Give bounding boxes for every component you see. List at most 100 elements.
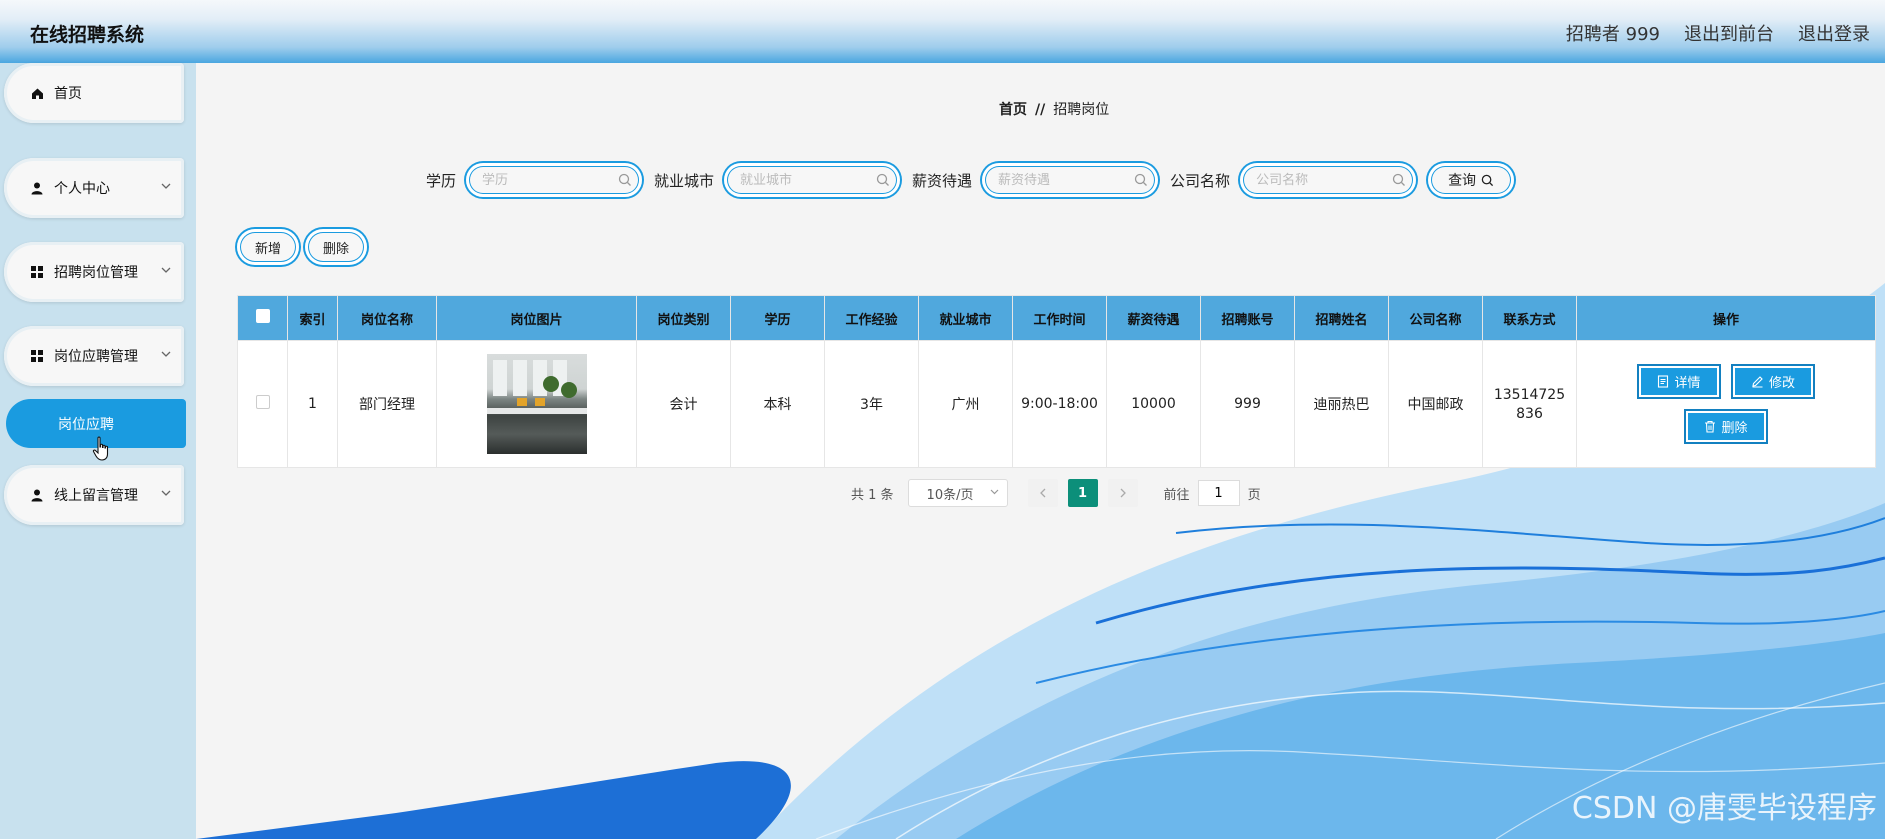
breadcrumb-home[interactable]: 首页 xyxy=(999,102,1027,118)
sidebar-item-label: 岗位应聘管理 xyxy=(54,349,138,365)
cell-operations: 详情 修改 删除 xyxy=(1576,340,1876,468)
sidebar-item-message-management[interactable]: 线上留言管理 xyxy=(4,465,184,525)
prev-page-button[interactable] xyxy=(1027,479,1058,507)
search-icon xyxy=(1134,173,1148,186)
select-all-checkbox[interactable] xyxy=(255,309,270,323)
table-row: 1 部门经理 会计 本科 3年 广州 9:00-18:00 10000 999 xyxy=(237,340,1876,468)
delete-button[interactable]: 删除 xyxy=(1686,411,1766,442)
total-count: 共 1 条 xyxy=(851,487,894,503)
sidebar-item-label: 首页 xyxy=(54,86,82,102)
sidebar-item-application-management[interactable]: 岗位应聘管理 xyxy=(4,326,184,386)
column-header: 工作时间 xyxy=(1012,295,1107,341)
query-button[interactable]: 查询 xyxy=(1428,163,1515,197)
cell-phone: 13514725 836 xyxy=(1482,340,1577,468)
company-input[interactable] xyxy=(1254,171,1399,189)
chevron-down-icon xyxy=(990,489,998,495)
detail-button-label: 详情 xyxy=(1674,376,1701,391)
edit-button[interactable]: 修改 xyxy=(1733,366,1813,397)
logout-link[interactable]: 退出登录 xyxy=(1798,20,1870,46)
app-title: 在线招聘系统 xyxy=(30,24,145,46)
breadcrumb-current: 招聘岗位 xyxy=(1053,102,1110,118)
city-search xyxy=(724,163,901,197)
company-search xyxy=(1240,163,1417,197)
chevron-left-icon xyxy=(1039,488,1046,498)
home-icon xyxy=(30,86,44,100)
pagination: 共 1 条 10条/页 1 前往 页 xyxy=(851,479,1261,507)
row-checkbox[interactable] xyxy=(255,395,270,409)
sidebar-item-personal-center[interactable]: 个人中心 xyxy=(4,158,184,218)
sidebar-item-label: 招聘岗位管理 xyxy=(54,265,138,281)
education-input[interactable] xyxy=(480,171,625,189)
chevron-right-icon xyxy=(1120,488,1126,498)
page-number-current[interactable]: 1 xyxy=(1067,479,1098,507)
cell-index: 1 xyxy=(287,340,338,468)
cell-worktime: 9:00-18:00 xyxy=(1012,340,1107,468)
goto-prefix: 前往 xyxy=(1163,487,1190,503)
sidebar-item-job-management[interactable]: 招聘岗位管理 xyxy=(4,242,184,302)
company-label: 公司名称 xyxy=(1170,171,1231,190)
column-header: 薪资待遇 xyxy=(1106,295,1201,341)
edit-button-label: 修改 xyxy=(1768,376,1795,391)
salary-label: 薪资待遇 xyxy=(912,171,973,190)
edit-icon xyxy=(1752,376,1763,388)
add-button[interactable]: 新增 xyxy=(237,229,299,265)
document-icon xyxy=(1658,375,1669,388)
table-header-row: 索引 岗位名称 岗位图片 岗位类别 学历 工作经验 就业城市 工作时间 薪资待遇… xyxy=(237,295,1876,341)
cell-recruiter: 迪丽热巴 xyxy=(1294,340,1389,468)
search-icon xyxy=(876,173,889,186)
chevron-down-icon xyxy=(161,490,171,496)
chevron-down-icon xyxy=(161,267,171,273)
column-header: 就业城市 xyxy=(918,295,1013,341)
query-button-label: 查询 xyxy=(1448,173,1477,189)
city-input[interactable] xyxy=(738,171,883,189)
breadcrumb-separator: // xyxy=(1035,102,1046,118)
education-label: 学历 xyxy=(426,171,457,190)
cell-job-image xyxy=(436,340,637,468)
back-to-front-link[interactable]: 退出到前台 xyxy=(1684,20,1774,46)
phone-line-2: 836 xyxy=(1516,405,1543,422)
chevron-down-icon xyxy=(161,351,171,357)
cell-company: 中国邮政 xyxy=(1388,340,1483,468)
search-bar: 学历 就业城市 薪资待遇 公司名称 查询 xyxy=(426,163,1515,197)
cell-salary: 10000 xyxy=(1106,340,1201,468)
cell-account: 999 xyxy=(1200,340,1295,468)
goto-page-input[interactable] xyxy=(1197,480,1240,506)
column-header: 招聘账号 xyxy=(1200,295,1295,341)
detail-button[interactable]: 详情 xyxy=(1639,366,1719,397)
column-header: 公司名称 xyxy=(1388,295,1483,341)
sidebar-item-label: 个人中心 xyxy=(54,181,110,197)
search-icon xyxy=(618,173,631,186)
watermark: CSDN @唐雯毕设程序 xyxy=(1571,791,1877,826)
column-header: 招聘姓名 xyxy=(1294,295,1389,341)
column-header: 索引 xyxy=(287,295,338,341)
column-header: 岗位类别 xyxy=(636,295,731,341)
grid-icon xyxy=(30,349,44,363)
trash-icon xyxy=(1705,420,1716,433)
cell-city: 广州 xyxy=(918,340,1013,468)
select-all-header xyxy=(237,295,288,341)
office-photo[interactable] xyxy=(486,354,587,454)
job-table: 索引 岗位名称 岗位图片 岗位类别 学历 工作经验 就业城市 工作时间 薪资待遇… xyxy=(237,295,1876,468)
hand-cursor-icon xyxy=(92,436,109,461)
city-label: 就业城市 xyxy=(654,171,715,190)
column-header: 操作 xyxy=(1576,295,1876,341)
row-select-cell xyxy=(237,340,288,468)
next-page-button[interactable] xyxy=(1107,479,1138,507)
current-user-label[interactable]: 招聘者 999 xyxy=(1566,20,1660,46)
cell-education: 本科 xyxy=(730,340,825,468)
phone-line-1: 13514725 xyxy=(1493,386,1566,403)
page-size-value: 10条/页 xyxy=(926,487,974,503)
goto-page: 前往 页 xyxy=(1164,480,1261,506)
batch-delete-button[interactable]: 删除 xyxy=(305,229,367,265)
column-header: 岗位名称 xyxy=(337,295,437,341)
cell-experience: 3年 xyxy=(824,340,919,468)
column-header: 岗位图片 xyxy=(436,295,637,341)
page-size-select[interactable]: 10条/页 xyxy=(907,479,1008,507)
user-icon xyxy=(30,181,44,195)
chevron-down-icon xyxy=(161,183,171,189)
search-icon xyxy=(1481,174,1494,186)
salary-input[interactable] xyxy=(996,171,1141,189)
grid-icon xyxy=(30,265,44,279)
column-header: 联系方式 xyxy=(1482,295,1577,341)
sidebar-item-home[interactable]: 首页 xyxy=(4,63,184,123)
